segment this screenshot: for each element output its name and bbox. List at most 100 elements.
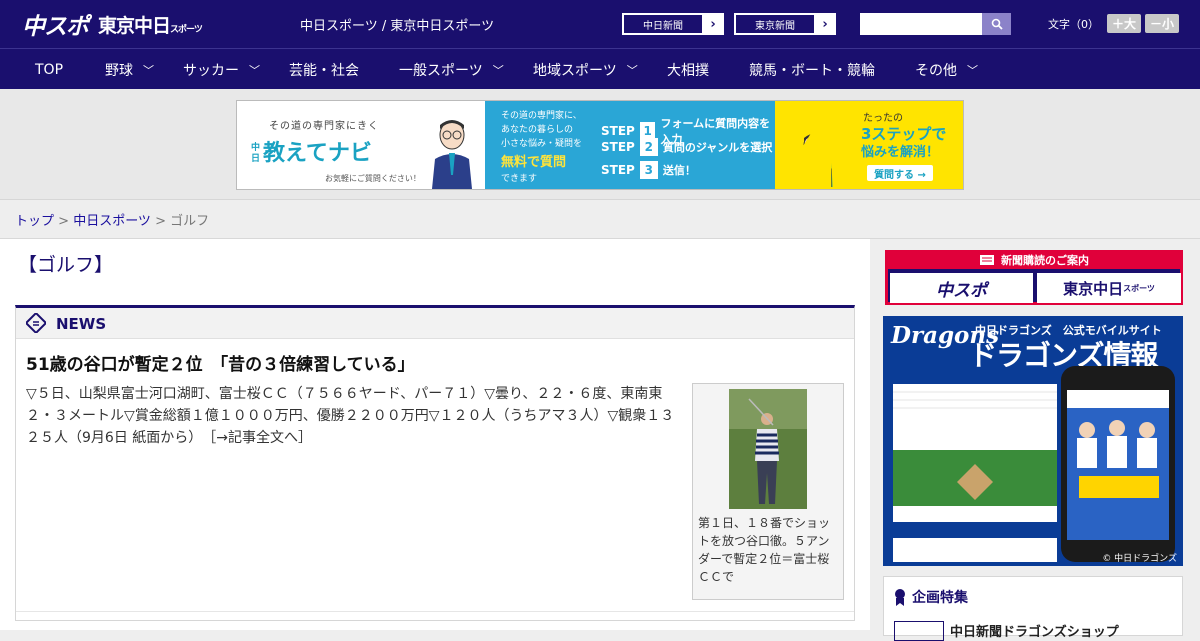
nav-label: 大相撲 [667,62,709,79]
subscription-label: 新聞購読のご案内 [1001,253,1089,267]
chuspo-logo[interactable]: 中スポ [22,7,89,41]
chevron-down-icon: ﹀ [626,63,638,77]
step-label: STEP [601,140,635,154]
article-title[interactable]: 51歳の谷口が暫定２位 「昔の３倍練習している」 [26,350,415,375]
feature-item-link[interactable]: 中日新聞ドラゴンズショップ [950,621,1119,640]
main-nav: TOP 野球 ﹀ サッカー ﹀ 芸能・社会 一般スポーツ ﹀ 地域スポーツ ﹀ 大相撲 … [0,48,1200,89]
step-text: 送信！ [662,164,696,177]
nav-baseball[interactable]: 野球 ﹀ [105,49,154,90]
nav-soccer[interactable]: サッカー ﹀ [183,49,260,90]
search-button[interactable] [982,13,1011,35]
ribbon-icon [895,589,905,606]
chevron-down-icon: ﹀ [492,63,504,77]
ad-left-panel: その道の専門家にきく 中日 教えてナビ お気軽にご質問ください！ [237,101,485,189]
ad-step-3: STEP 3 送信！ [601,161,696,179]
nav-top[interactable]: TOP [35,49,63,90]
scoreboard-screenshot [893,372,1057,562]
news-header: NEWS [16,308,854,339]
article-summary: ▽５日、山梨県富士河口湖町、富士桜ＣＣ（７５６６ヤード、パー７１）▽曇り、２２・… [26,386,675,446]
font-smaller-button[interactable]: －小 [1145,14,1180,33]
tokyo-chunichi-logo[interactable]: 東京中日スポーツ [98,11,203,38]
step-number: 2 [639,138,658,156]
ad-brand-text: 教えてナビ [263,141,372,166]
chunichi-shimbun-link[interactable]: 中日新聞 › [622,13,724,35]
ad-banner[interactable]: その道の専門家にきく 中日 教えてナビ お気軽にご質問ください！ その道の専門家に… [236,100,964,190]
players-icon [1067,390,1169,498]
news-heading: NEWS [56,315,107,333]
tokyo-shimbun-link[interactable]: 東京新聞 › [734,13,836,35]
ad-question-text: その道の専門家に、 あなたの暮らしの 小さな悩み・疑問を [501,109,582,151]
ad-brand: 中日 教えてナビ [251,135,372,167]
advisor-illustration-icon [432,120,472,189]
chevron-right-icon: › [822,16,828,32]
feature-heading-text: 企画特集 [912,590,968,606]
news-footer [16,611,854,621]
ad-brand-prefix: 中日 [251,143,261,164]
nav-label: 競馬・ボート・競輪 [749,62,875,79]
article-photo[interactable] [729,389,807,509]
nav-label: TOP [35,61,64,78]
search-box [860,13,1011,35]
article-body: ▽５日、山梨県富士河口湖町、富士桜ＣＣ（７５６６ヤード、パー７１）▽曇り、２２・… [26,383,688,449]
breadcrumb-home-link[interactable]: トップ [15,214,54,229]
news-section: NEWS 51歳の谷口が暫定２位 「昔の３倍練習している」 ▽５日、山梨県富士河… [15,305,855,621]
nav-label: サッカー [183,62,239,79]
chevron-down-icon: ﹀ [143,63,154,77]
nav-label: 野球 [105,62,133,79]
step-text: 質問のジャンルを選択 [662,141,773,154]
chunichi-shimbun-label: 中日新聞 [623,14,703,34]
tokyo-shimbun-label: 東京新聞 [735,14,815,34]
nav-sumo[interactable]: 大相撲 [667,49,709,90]
nav-local-sports[interactable]: 地域スポーツ ﹀ [533,49,638,90]
tokyo-logo-text: 東京中日 [98,14,171,37]
ad-question-line: あなたの暮らしの [501,125,574,135]
breadcrumb-current: ゴルフ [170,214,210,229]
phone-screen [1067,390,1169,540]
nav-label: 地域スポーツ [533,62,617,79]
subscription-banner[interactable]: 新聞購読のご案内 中スポ 東京中日 スポーツ [885,250,1183,305]
ad-tagline: その道の専門家にきく [269,121,379,132]
newspaper-icon [980,254,994,265]
chevron-down-icon: ﹀ [967,63,978,77]
golfer-photo-icon [729,389,807,509]
top-header: 中スポ 東京中日スポーツ 中日スポーツ / 東京中日スポーツ 中日新聞 › 東京… [0,0,1200,48]
breadcrumb-separator: > [150,214,171,229]
font-size-label: 文字（0） [1048,17,1099,31]
breadcrumb-separator: > [54,214,74,229]
ad-question-line: その道の専門家に、 [501,111,582,121]
ad-sub: お気軽にご質問ください！ [325,174,421,183]
breadcrumb-section-link[interactable]: 中日スポーツ [73,214,151,229]
chevron-down-icon: ﹀ [249,63,260,77]
step-label: STEP [601,124,635,138]
scoreboard-icon [893,372,1057,538]
ad-ask-button[interactable]: 質問する → [867,165,933,181]
feature-section: 企画特集 中日新聞ドラゴンズショップ [883,576,1183,641]
step-label: STEP [601,163,635,177]
search-input[interactable] [860,13,982,35]
nav-racing[interactable]: 競馬・ボート・競輪 [749,49,875,90]
subscribe-tokyo-logo[interactable]: 東京中日 スポーツ [1037,273,1181,303]
dragons-copyright: © 中日ドラゴンズ [1102,554,1177,564]
nav-entertainment[interactable]: 芸能・社会 [289,49,359,90]
read-more-link[interactable]: ［→記事全文へ］ [209,430,312,446]
chevron-right-icon: › [710,16,716,32]
search-icon [991,18,1003,30]
ad-step-2: STEP 2 質問のジャンルを選択 [601,138,772,156]
step-number: 3 [639,161,658,179]
site-logo[interactable]: 中スポ 東京中日スポーツ [22,7,203,41]
ad-right-small: たったの [863,113,903,124]
font-larger-button[interactable]: ＋大 [1107,14,1142,33]
subscribe-tokyo-text: 東京中日 [1063,279,1124,298]
ad-middle-panel: その道の専門家に、 あなたの暮らしの 小さな悩み・疑問を 無料で質問 できます … [485,101,775,189]
feature-heading: 企画特集 [894,587,968,607]
feature-thumbnail[interactable] [894,621,944,641]
nav-general-sports[interactable]: 一般スポーツ ﹀ [399,49,504,90]
newspaper-icon [26,313,46,333]
tokyo-logo-small: スポーツ [170,24,203,35]
subscribe-chuspo-logo[interactable]: 中スポ [890,273,1033,303]
dragons-mobile-ad[interactable]: Dragons 中日ドラゴンズ 公式モバイルサイト ドラゴンズ情報 © 中日ドラ… [883,316,1183,566]
nav-other[interactable]: その他 ﹀ [915,49,978,90]
subscription-bar: 新聞購読のご案内 [885,250,1183,269]
page-title: 【ゴルフ】 [18,254,114,276]
photo-caption: 第１日、１８番でショットを放つ谷口徹。５アンダーで暫定２位＝富士桜ＣＣで [698,516,831,584]
